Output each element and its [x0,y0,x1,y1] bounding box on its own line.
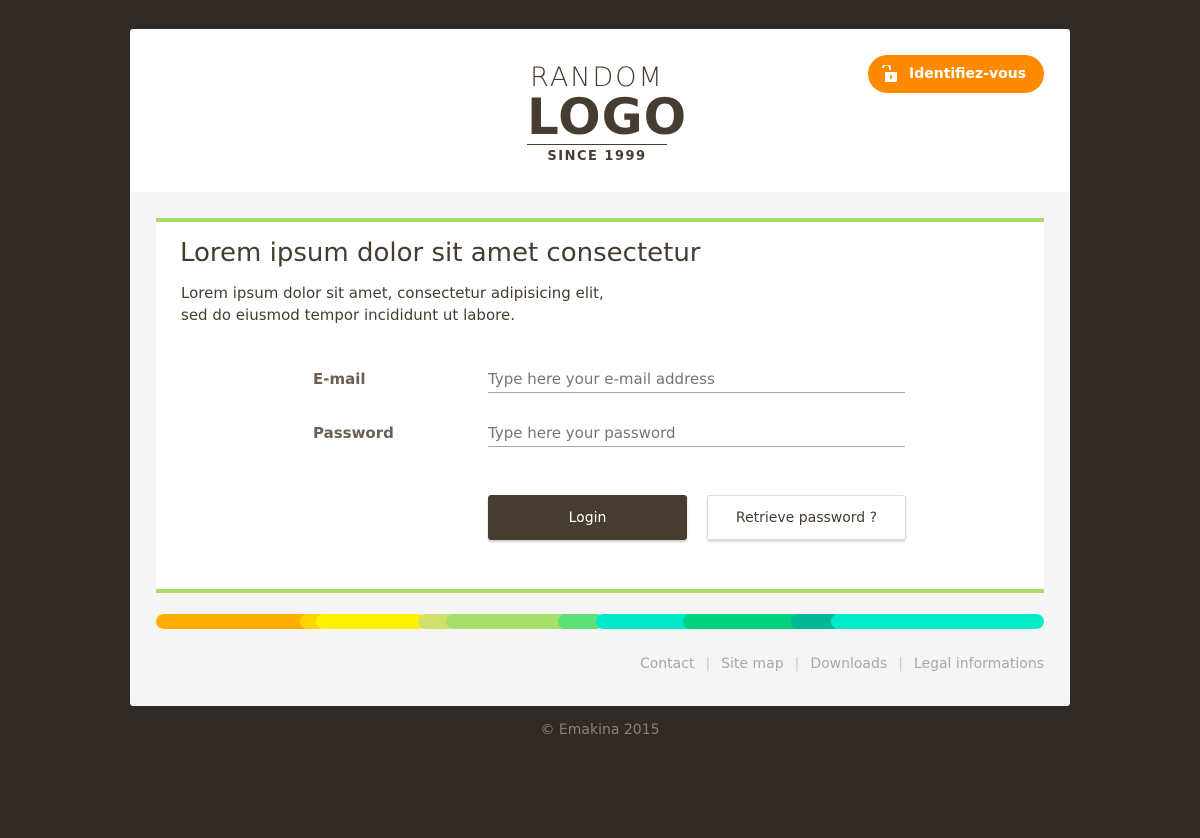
logo[interactable]: RANDOM LOGO SINCE 1999 [527,63,688,165]
footer-separator: | [705,656,711,672]
copyright: © Emakina 2015 [540,722,660,738]
identify-button[interactable]: Identifiez-vous [868,55,1044,93]
identify-button-label: Identifiez-vous [909,66,1027,82]
page-description: Lorem ipsum dolor sit amet, consectetur … [181,282,641,326]
color-bar-segment [596,614,696,629]
footer-link-contact[interactable]: Contact [640,656,694,672]
footer-separator: | [898,656,903,672]
email-field[interactable] [488,365,905,393]
footer-links: Contact | Site map | Downloads | Legal informa… [640,656,1044,672]
password-label: Password [313,424,394,442]
unlock-icon [880,63,898,83]
footer-link-site-map[interactable]: Site map [721,656,783,672]
color-bar-segment [831,614,1044,629]
logo-main-text: LOGO [527,88,688,146]
login-button[interactable]: Login [488,495,687,540]
description-line-1: Lorem ipsum dolor sit amet, consectetur … [181,284,604,302]
color-bar [156,614,1044,629]
retrieve-password-button[interactable]: Retrieve password ? [707,495,906,540]
email-label: E-mail [313,370,366,388]
description-line-2: sed do eiusmod tempor incididunt ut labo… [181,306,515,324]
logo-sub-text: SINCE 1999 [547,149,647,164]
footer-link-legal[interactable]: Legal informations [914,656,1044,672]
page-title: Lorem ipsum dolor sit amet consectetur [180,238,701,268]
footer-separator: | [794,656,800,672]
header: RANDOM LOGO SINCE 1999 Identifiez-vous [130,29,1070,192]
password-field[interactable] [488,419,905,447]
color-bar-segment [316,614,426,629]
main-card: RANDOM LOGO SINCE 1999 Identifiez-vous L… [130,29,1070,706]
login-panel: Lorem ipsum dolor sit amet consectetur L… [156,218,1044,593]
footer-link-downloads[interactable]: Downloads [810,656,887,672]
